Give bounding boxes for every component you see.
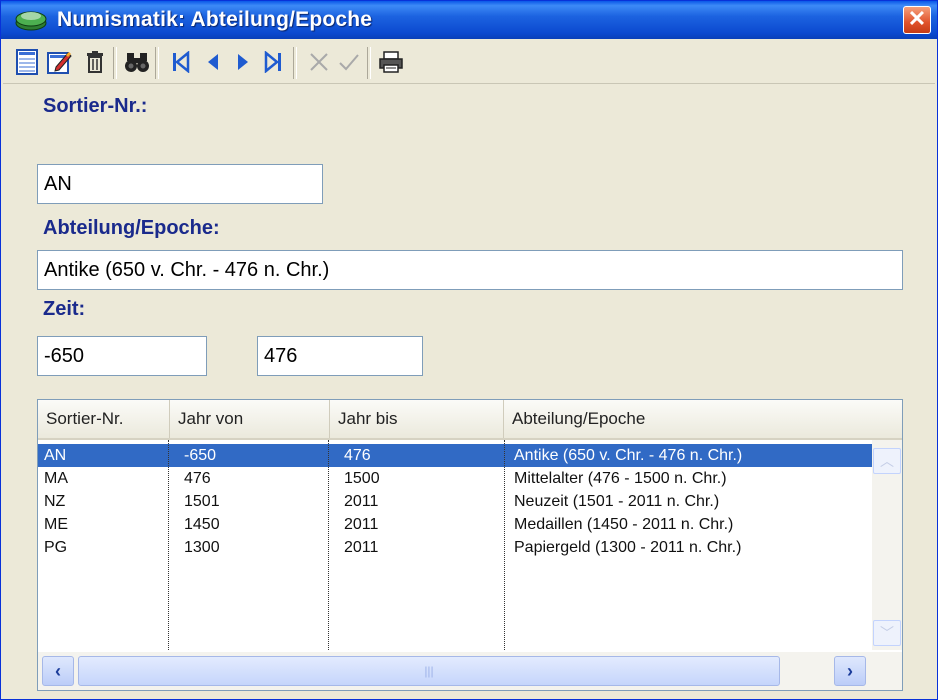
toolbar-separator bbox=[293, 47, 297, 79]
first-record-icon bbox=[173, 51, 190, 73]
delete-button[interactable] bbox=[81, 47, 109, 77]
coins-app-icon bbox=[15, 11, 47, 31]
list-button[interactable] bbox=[13, 47, 41, 77]
title-bar: Numismatik: Abteilung/Epoche ✕ bbox=[1, 1, 937, 39]
scroll-thumb[interactable]: ||| bbox=[78, 656, 780, 686]
table-row[interactable]: AN -650 476 Antike (650 v. Chr. - 476 n.… bbox=[38, 444, 872, 467]
table-row[interactable]: MA 476 1500 Mittelalter (476 - 1500 n. C… bbox=[38, 467, 872, 490]
next-record-button[interactable] bbox=[229, 47, 257, 77]
next-record-icon bbox=[238, 54, 248, 70]
cell-jahr-bis: 2011 bbox=[344, 516, 379, 533]
delete-icon bbox=[87, 51, 103, 73]
scroll-left-button[interactable]: ‹ bbox=[42, 656, 74, 686]
scroll-right-button[interactable]: › bbox=[834, 656, 866, 686]
zeit-von-input[interactable]: -650 bbox=[37, 336, 207, 376]
column-divider bbox=[168, 440, 169, 650]
zeit-label: Zeit: bbox=[43, 298, 86, 320]
sortier-nr-input[interactable]: AN bbox=[37, 164, 323, 204]
cell-sortier: AN bbox=[44, 447, 67, 464]
cell-jahr-bis: 1500 bbox=[344, 470, 380, 487]
chevron-right-icon: › bbox=[847, 661, 853, 681]
search-button[interactable] bbox=[123, 47, 151, 77]
horizontal-scrollbar[interactable]: ‹ ||| › bbox=[38, 652, 902, 690]
cell-abteilung-epoche: Medaillen (1450 - 2011 n. Chr.) bbox=[514, 516, 734, 533]
edit-icon bbox=[47, 52, 72, 74]
toolbar-separator bbox=[155, 47, 159, 79]
cell-abteilung-epoche: Mittelalter (476 - 1500 n. Chr.) bbox=[514, 470, 727, 487]
last-record-button[interactable] bbox=[259, 47, 287, 77]
records-table: Sortier-Nr. Jahr von Jahr bis Abteilung/… bbox=[37, 399, 903, 691]
column-header-jahr-bis[interactable]: Jahr bis bbox=[330, 400, 504, 438]
edit-button[interactable] bbox=[45, 47, 73, 77]
confirm-button[interactable] bbox=[335, 47, 363, 77]
vertical-scrollbar[interactable]: ︿ ﹀ bbox=[872, 440, 902, 650]
cell-sortier: MA bbox=[44, 470, 68, 487]
cell-sortier: PG bbox=[44, 539, 68, 556]
cell-abteilung-epoche: Neuzeit (1501 - 2011 n. Chr.) bbox=[514, 493, 720, 510]
cell-jahr-von: -650 bbox=[184, 447, 217, 464]
table-row[interactable]: PG 1300 2011 Papiergeld (1300 - 2011 n. … bbox=[38, 536, 872, 559]
close-icon: ✕ bbox=[907, 6, 927, 31]
toolbar-separator bbox=[113, 47, 117, 79]
cell-jahr-bis: 2011 bbox=[344, 493, 379, 510]
cell-jahr-bis: 476 bbox=[344, 447, 371, 464]
column-header-sortier-nr[interactable]: Sortier-Nr. bbox=[38, 400, 170, 438]
cell-abteilung-epoche: Papiergeld (1300 - 2011 n. Chr.) bbox=[514, 539, 742, 556]
table-row[interactable]: NZ 1501 2011 Neuzeit (1501 - 2011 n. Chr… bbox=[38, 490, 872, 513]
cancel-icon bbox=[310, 53, 328, 71]
cancel-button[interactable] bbox=[305, 47, 333, 77]
first-record-button[interactable] bbox=[167, 47, 195, 77]
column-divider bbox=[328, 440, 329, 650]
column-divider bbox=[504, 440, 505, 650]
print-icon bbox=[379, 51, 403, 73]
column-header-abteilung-epoche[interactable]: Abteilung/Epoche bbox=[504, 400, 902, 438]
print-button[interactable] bbox=[377, 47, 405, 77]
chevron-up-icon: ︿ bbox=[880, 453, 894, 469]
column-header-jahr-von[interactable]: Jahr von bbox=[170, 400, 330, 438]
cell-sortier: NZ bbox=[44, 493, 66, 510]
abteilung-epoche-input[interactable]: Antike (650 v. Chr. - 476 n. Chr.) bbox=[37, 250, 903, 290]
scroll-down-button[interactable]: ﹀ bbox=[873, 620, 901, 646]
cell-jahr-von: 1501 bbox=[184, 493, 220, 510]
prev-record-button[interactable] bbox=[199, 47, 227, 77]
window-title: Numismatik: Abteilung/Epoche bbox=[57, 8, 373, 31]
cell-jahr-von: 1300 bbox=[184, 539, 220, 556]
app-window: Numismatik: Abteilung/Epoche ✕ Sortier-N… bbox=[0, 0, 938, 700]
list-icon bbox=[16, 49, 38, 75]
sortier-nr-label: Sortier-Nr.: bbox=[43, 95, 148, 117]
close-button[interactable]: ✕ bbox=[903, 6, 931, 34]
cell-jahr-von: 1450 bbox=[184, 516, 220, 533]
cell-jahr-bis: 2011 bbox=[344, 539, 379, 556]
toolbar-separator bbox=[367, 47, 371, 79]
table-header: Sortier-Nr. Jahr von Jahr bis Abteilung/… bbox=[38, 400, 902, 440]
toolbar bbox=[3, 41, 935, 84]
binoculars-icon bbox=[125, 53, 149, 72]
table-row[interactable]: ME 1450 2011 Medaillen (1450 - 2011 n. C… bbox=[38, 513, 872, 536]
grip-icon: ||| bbox=[424, 664, 434, 678]
chevron-down-icon: ﹀ bbox=[880, 625, 894, 641]
chevron-left-icon: ‹ bbox=[55, 661, 61, 681]
abteilung-epoche-label: Abteilung/Epoche: bbox=[43, 217, 220, 239]
cell-abteilung-epoche: Antike (650 v. Chr. - 476 n. Chr.) bbox=[514, 447, 743, 464]
prev-record-icon bbox=[208, 54, 218, 70]
cell-sortier: ME bbox=[44, 516, 68, 533]
zeit-bis-input[interactable]: 476 bbox=[257, 336, 423, 376]
scroll-up-button[interactable]: ︿ bbox=[873, 448, 901, 474]
last-record-icon bbox=[264, 51, 281, 73]
cell-jahr-von: 476 bbox=[184, 470, 211, 487]
confirm-icon bbox=[339, 54, 359, 71]
